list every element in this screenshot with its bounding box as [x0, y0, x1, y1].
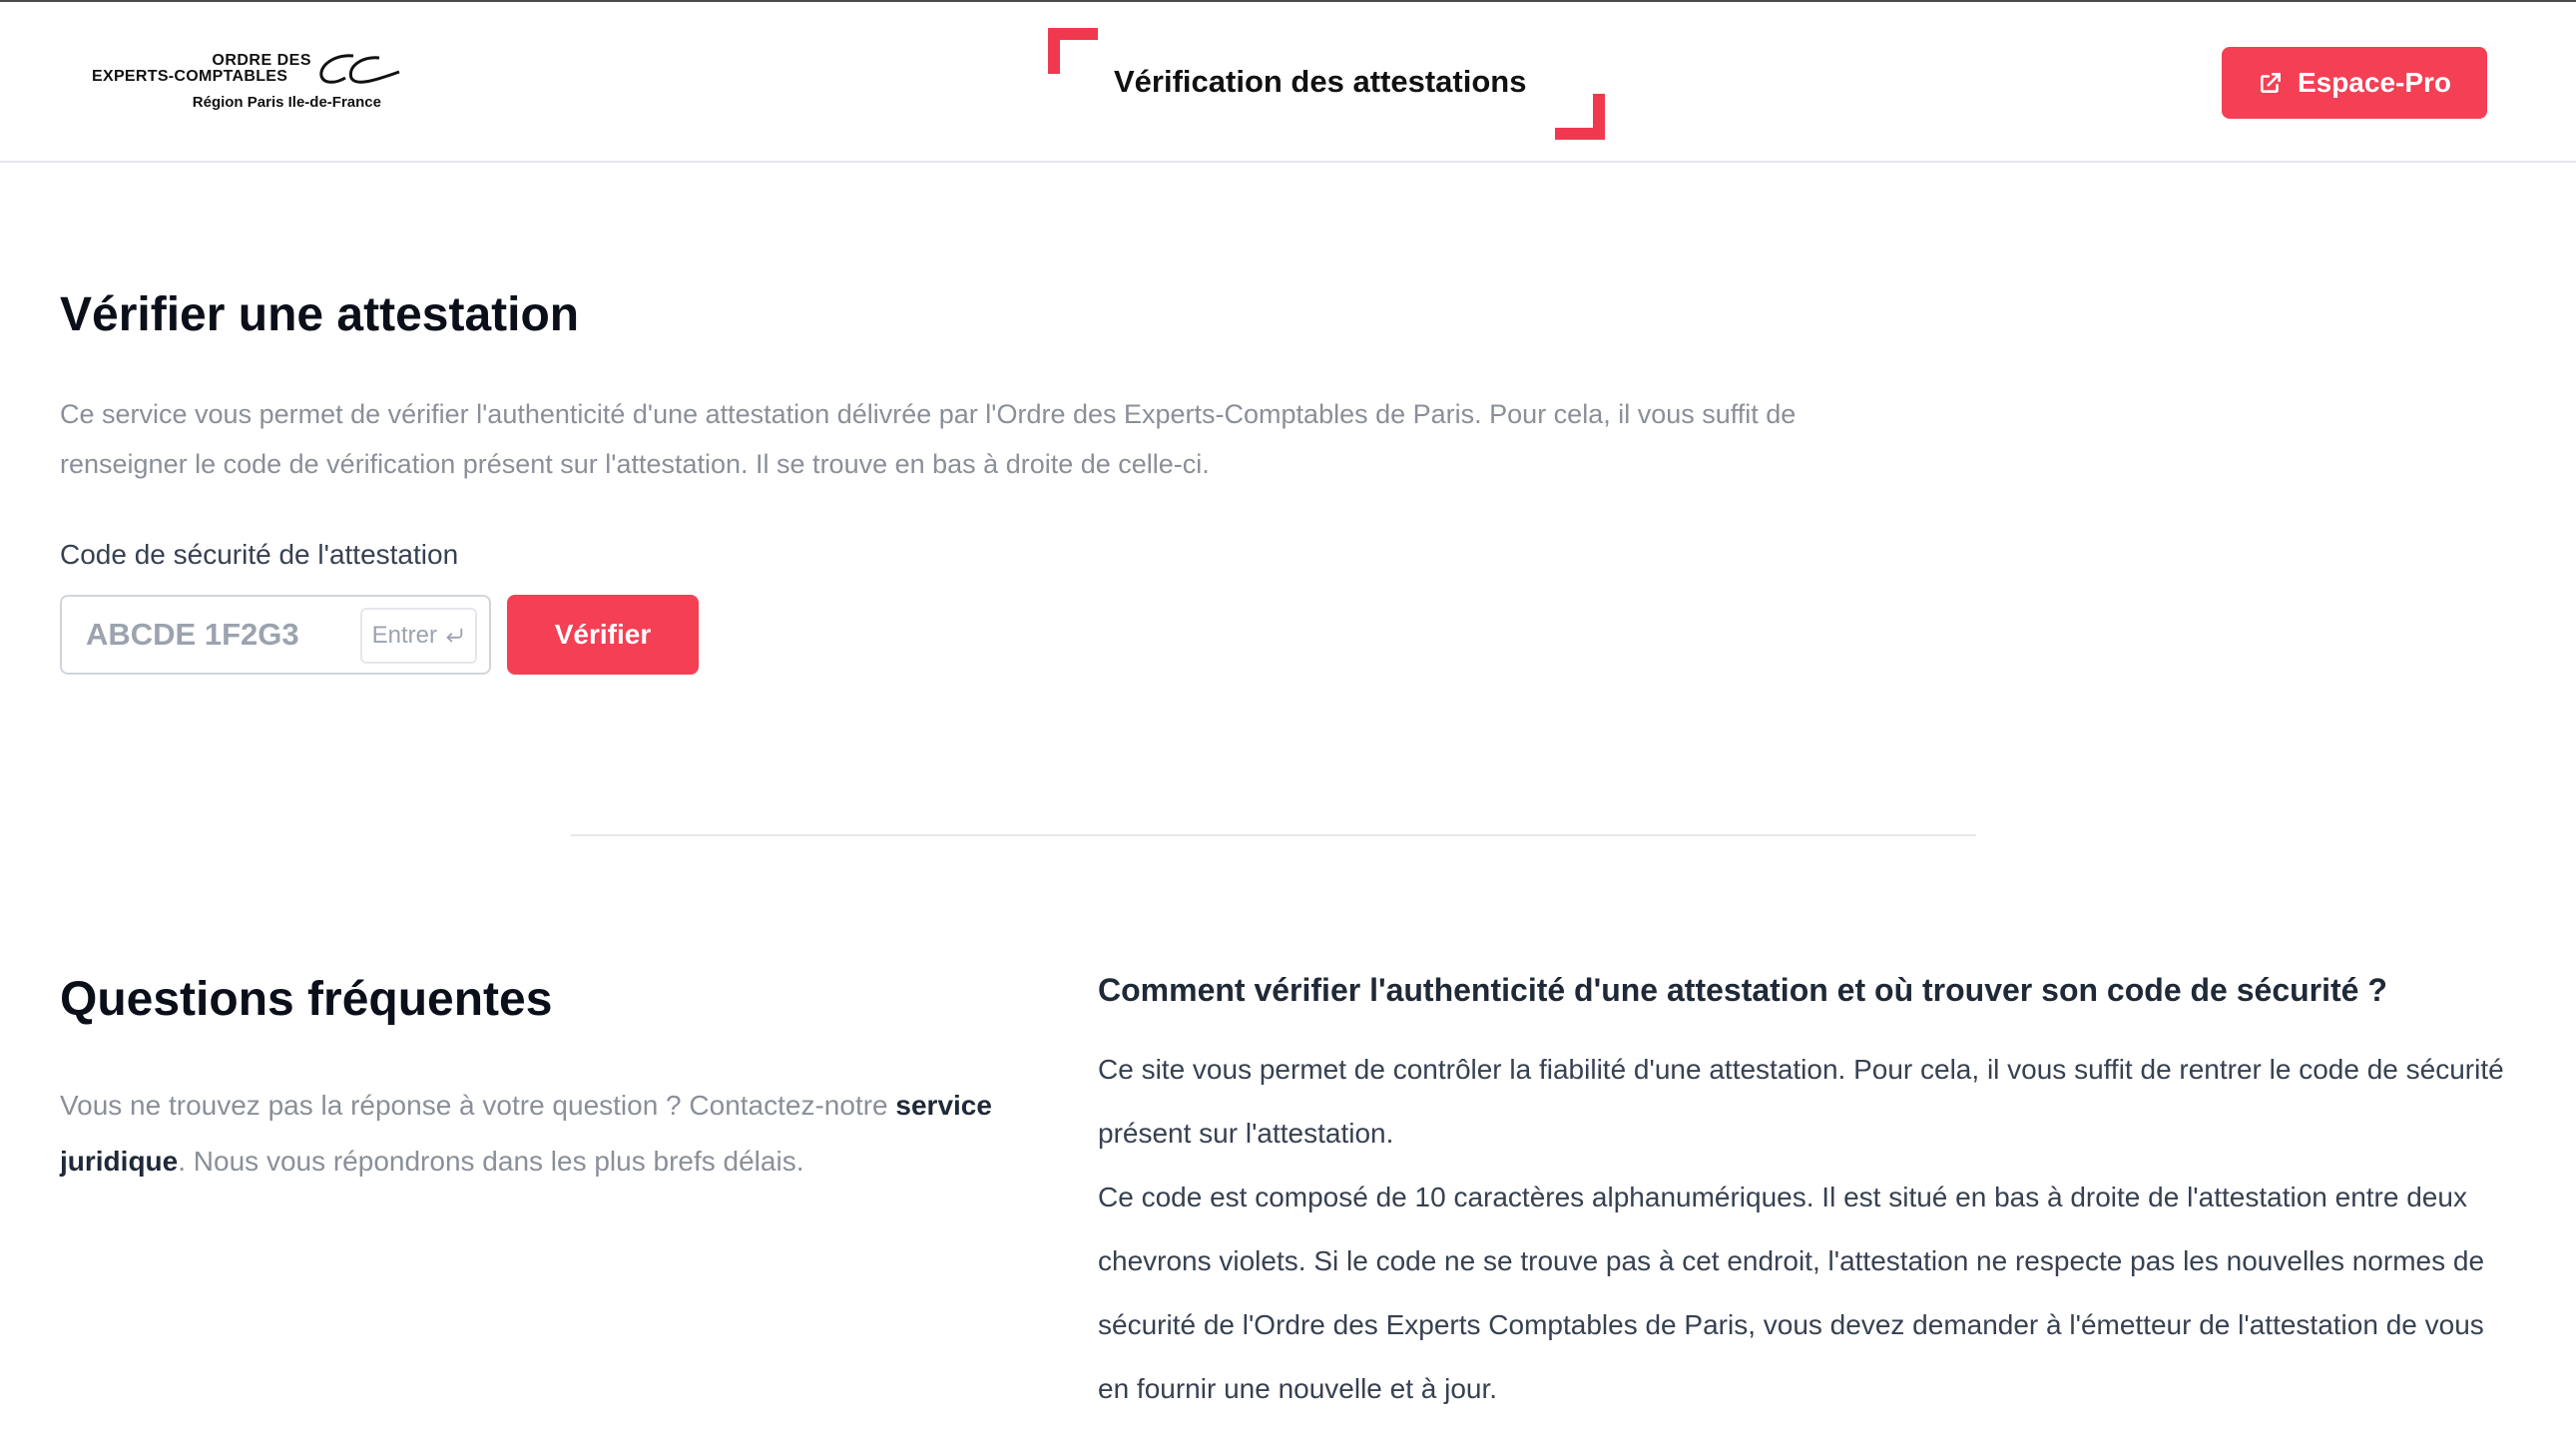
bracket-bottom-right-icon	[1555, 94, 1605, 140]
faq-question: Comment vérifier l'authenticité d'une at…	[1098, 972, 2387, 1008]
verify-description: Ce service vous permet de vérifier l'aut…	[60, 399, 1797, 479]
logo-line-region: Région Paris Ile-de-France	[192, 94, 381, 111]
espace-pro-button[interactable]: Espace-Pro	[2222, 47, 2487, 119]
verify-button[interactable]: Vérifier	[507, 595, 699, 675]
external-link-icon	[2260, 73, 2281, 93]
faq-answer-paragraph-2: Ce code est composé de 10 caractères alp…	[1098, 1182, 2485, 1404]
faq-intro-text-end: . Nous vous répondrons dans les plus bre…	[178, 1146, 804, 1177]
page-header-title-block: Vérification des attestations	[1048, 28, 1605, 140]
enter-hint-label: Entrer	[371, 622, 437, 649]
bracket-top-left-icon	[1048, 28, 1098, 74]
security-code-field: Entrer	[60, 595, 491, 675]
oec-logo[interactable]: ORDRE DES EXPERTS-COMPTABLES Région Pari…	[92, 50, 401, 118]
espace-pro-label: Espace-Pro	[2297, 67, 2452, 98]
faq-intro-text: Vous ne trouvez pas la réponse à votre q…	[60, 1090, 896, 1121]
page-header-title: Vérification des attestations	[1114, 64, 1527, 99]
verify-title: Vérifier une attestation	[60, 288, 580, 341]
logo-swoosh-icon	[319, 54, 400, 84]
enter-return-icon	[446, 628, 463, 643]
faq-answer: Ce site vous permet de contrôler la fiab…	[1098, 1038, 2515, 1421]
enter-key-hint: Entrer	[359, 608, 477, 664]
faq-title: Questions fréquentes	[60, 973, 553, 1026]
faq-intro: Vous ne trouvez pas la réponse à votre q…	[60, 1078, 1018, 1190]
faq-answer-paragraph-1: Ce site vous permet de contrôler la fiab…	[1098, 1054, 2504, 1149]
section-divider	[571, 834, 1976, 836]
top-header: ORDRE DES EXPERTS-COMPTABLES Région Pari…	[0, 0, 2576, 163]
security-code-label: Code de sécurité de l'attestation	[60, 539, 459, 570]
logo-line-experts: EXPERTS-COMPTABLES	[92, 68, 288, 85]
